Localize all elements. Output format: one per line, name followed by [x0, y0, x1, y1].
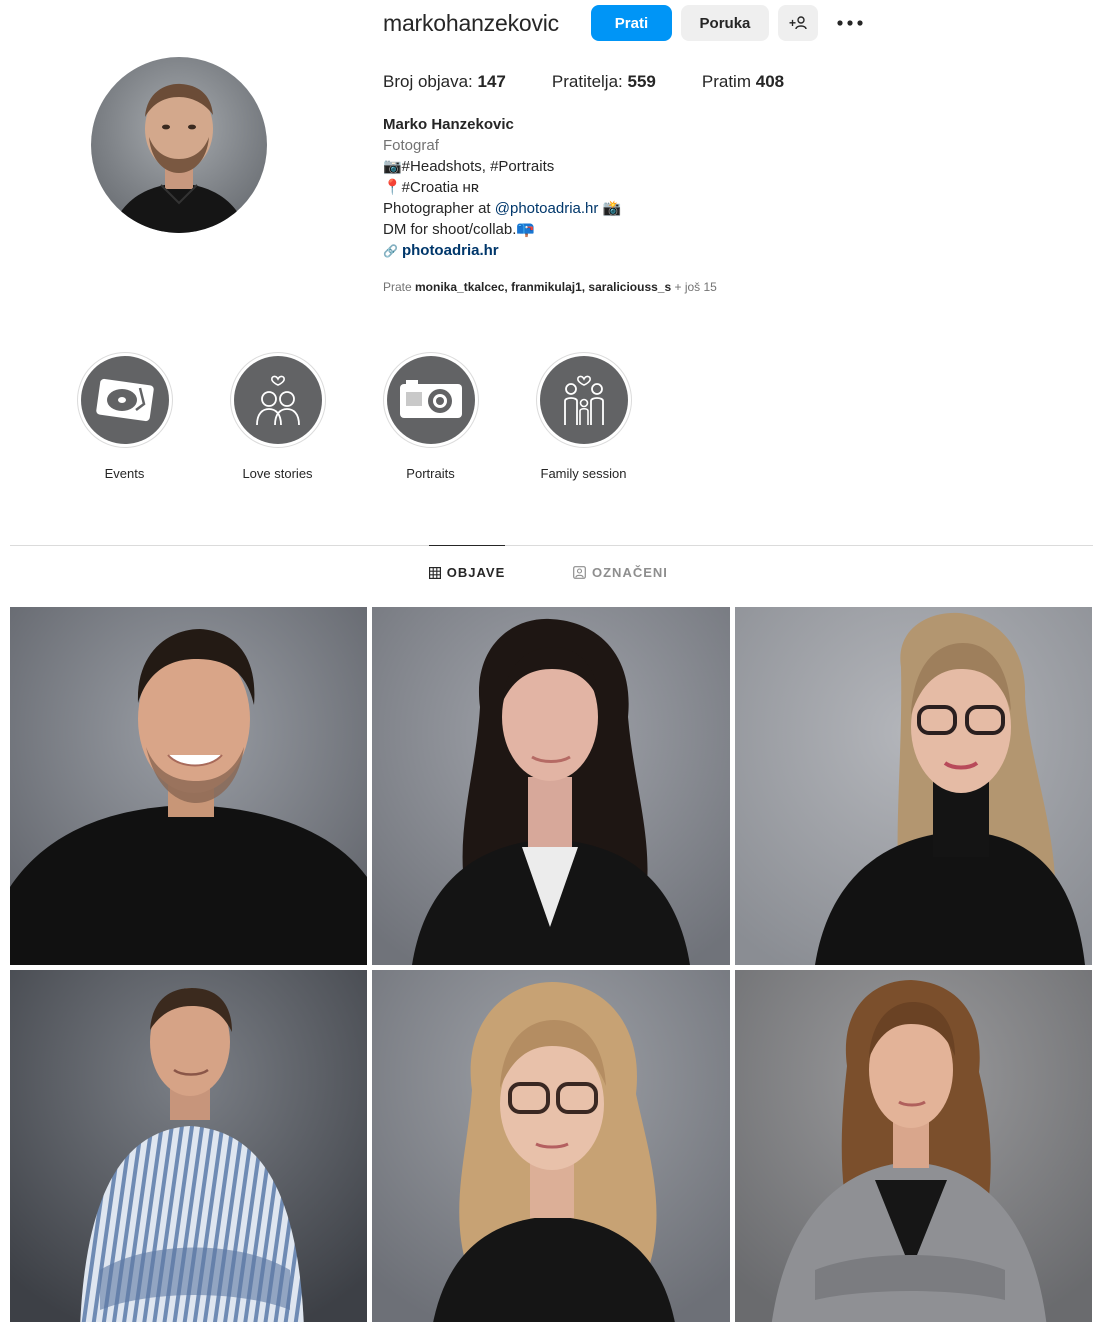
- bio-line-location: 📍#Croatia ʜʀ: [383, 179, 479, 196]
- followed-by-names: monika_tkalcec, franmikulaj1, saraliciou…: [415, 280, 672, 294]
- posts-grid: [10, 607, 1093, 1322]
- bio-camera-emoji: 📸: [598, 200, 622, 217]
- post-thumbnail[interactable]: [10, 607, 367, 965]
- bio-mention-link[interactable]: @photoadria.hr: [495, 200, 599, 217]
- family-icon: [563, 375, 604, 425]
- bio-line-dm: DM for shoot/collab.📪: [383, 221, 536, 238]
- following-count-label: Pratim: [701, 72, 751, 91]
- profile-top-row: markohanzekovic Prati Poruka +: [383, 0, 1063, 46]
- followed-by[interactable]: Prate monika_tkalcec, franmikulaj1, sara…: [383, 280, 1063, 294]
- highlight-label: Portraits: [406, 466, 455, 481]
- highlight-events[interactable]: Events: [48, 352, 201, 481]
- suggested-users-button[interactable]: +: [777, 5, 818, 41]
- tab-posts-label: OBJAVE: [446, 565, 506, 580]
- followers-count-label: Pratitelja:: [551, 72, 623, 91]
- tab-posts[interactable]: OBJAVE: [428, 545, 506, 599]
- add-user-icon: +: [789, 16, 807, 30]
- bio-website[interactable]: 🔗 photoadria.hr: [383, 240, 1063, 262]
- profile-info: markohanzekovic Prati Poruka + Broj obja…: [383, 0, 1063, 294]
- highlight-love-stories[interactable]: Love stories: [201, 352, 354, 481]
- highlight-label: Family session: [540, 466, 627, 481]
- followed-by-prefix: Prate: [383, 280, 416, 294]
- highlight-family-session[interactable]: Family session: [507, 352, 660, 481]
- full-name: Marko Hanzekovic: [383, 116, 514, 133]
- bio-line-photographer: Photographer at @photoadria.hr 📸: [383, 198, 1063, 219]
- followers-count[interactable]: Pratitelja: 559: [552, 72, 656, 92]
- bio-line-headshots: 📷#Headshots, #Portraits: [383, 158, 555, 175]
- highlight-label: Events: [104, 466, 145, 481]
- camera-icon: [399, 380, 462, 418]
- message-button[interactable]: Poruka: [680, 5, 769, 41]
- tagged-icon: [573, 565, 586, 579]
- website-link[interactable]: photoadria.hr: [402, 242, 499, 259]
- profile-avatar[interactable]: [91, 57, 267, 233]
- tab-tagged[interactable]: OZNAČENI: [573, 545, 668, 599]
- follow-button[interactable]: Prati: [590, 5, 672, 41]
- post-thumbnail[interactable]: [735, 607, 1092, 965]
- post-thumbnail[interactable]: [10, 970, 367, 1322]
- username: markohanzekovic: [383, 9, 559, 36]
- svg-text:+: +: [789, 16, 796, 30]
- link-icon: 🔗: [383, 244, 398, 258]
- highlight-label: Love stories: [242, 466, 313, 481]
- more-options-button[interactable]: [832, 5, 868, 41]
- followed-by-more: + još 15: [671, 280, 717, 294]
- turntable-icon: [95, 378, 154, 422]
- story-highlights: Events Love stories Portraits Family ses…: [48, 352, 660, 481]
- profile-stats: Broj objava: 147 Pratitelja: 559 Pratim …: [383, 70, 1063, 94]
- posts-count-value: 147: [477, 72, 506, 91]
- bio-photographer-text: Photographer at: [383, 200, 495, 217]
- tab-tagged-label: OZNAČENI: [592, 564, 668, 580]
- post-thumbnail[interactable]: [372, 607, 730, 965]
- post-thumbnail[interactable]: [372, 970, 730, 1322]
- couple-icon: [255, 375, 300, 426]
- followers-count-value: 559: [627, 72, 656, 91]
- following-count[interactable]: Pratim 408: [702, 72, 784, 92]
- grid-icon: [428, 566, 441, 579]
- posts-count-label: Broj objava:: [383, 72, 473, 91]
- post-thumbnail[interactable]: [735, 970, 1092, 1322]
- posts-count: Broj objava: 147: [383, 72, 506, 92]
- more-horizontal-icon: [837, 20, 863, 26]
- following-count-value: 408: [755, 72, 785, 91]
- highlight-portraits[interactable]: Portraits: [354, 352, 507, 481]
- profile-category: Fotograf: [383, 137, 439, 154]
- tabs-divider: [10, 545, 1093, 546]
- profile-bio: Marko Hanzekovic Fotograf 📷#Headshots, #…: [383, 114, 1063, 262]
